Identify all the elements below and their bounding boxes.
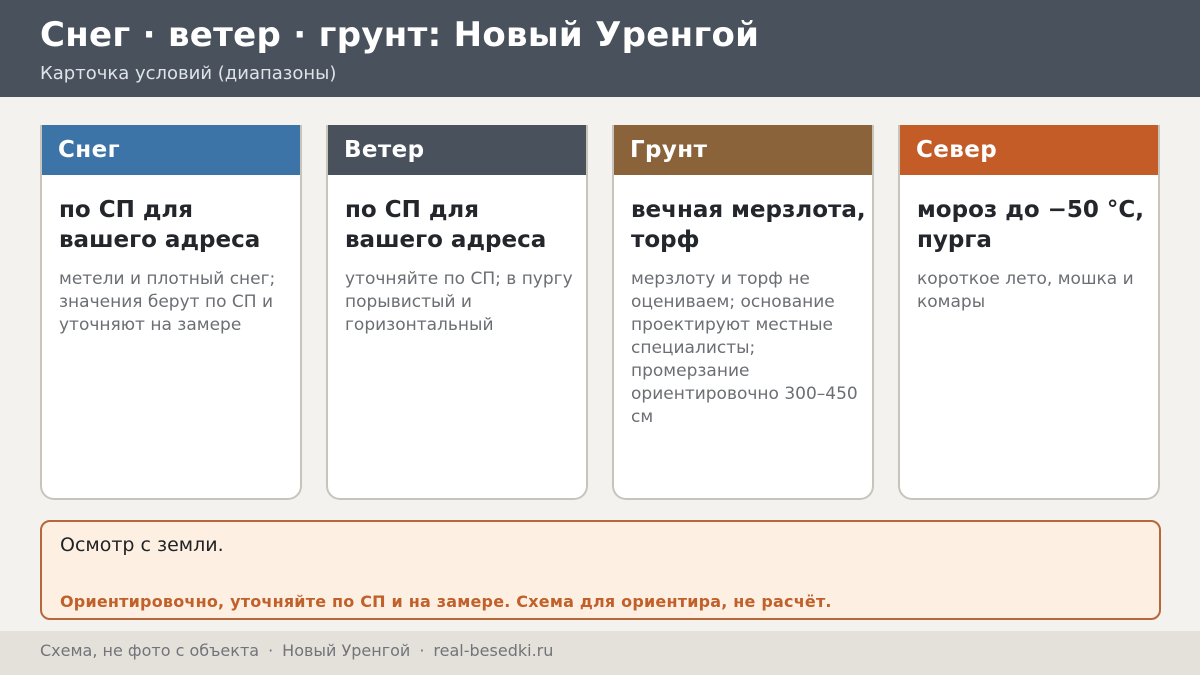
- card-wind: Ветер по СП для вашего адреса уточняйте …: [326, 125, 588, 500]
- card-north: Север мороз до −50 °C, пурга короткое ле…: [898, 125, 1160, 500]
- page-subtitle: Карточка условий (диапазоны): [40, 63, 337, 84]
- card-note: уточняйте по СП; в пургу порывистый и го…: [345, 269, 573, 335]
- inspection-note: Осмотр с земли.: [60, 534, 224, 556]
- footer-line: Схема, не фото с объекта · Новый Уренгой · r…: [40, 641, 553, 660]
- card-header: Снег: [42, 125, 300, 175]
- conditions-cards: Снег по СП для вашего адреса метели и пл…: [40, 125, 1161, 500]
- card-note: короткое лето, мошка и комары: [917, 269, 1134, 312]
- card-main-value: вечная мерзлота, торф: [631, 197, 866, 253]
- footer: Схема, не фото с объекта · Новый Уренгой · r…: [0, 631, 1200, 675]
- card-main-value: по СП для вашего адреса: [345, 197, 547, 253]
- card-header: Грунт: [614, 125, 872, 175]
- card-main-value: по СП для вашего адреса: [59, 197, 261, 253]
- disclaimer-warning: Ориентировочно, уточняйте по СП и на зам…: [60, 592, 832, 611]
- page: Снег · ветер · грунт: Новый Уренгой Карт…: [0, 0, 1200, 675]
- footer-city: Новый Уренгой: [282, 641, 411, 660]
- card-note: мерзлоту и торф не оцениваем; основание …: [631, 269, 858, 427]
- page-title: Снег · ветер · грунт: Новый Уренгой: [40, 15, 760, 55]
- footer-separator: ·: [268, 641, 274, 660]
- card-header: Север: [900, 125, 1158, 175]
- inspection-note-box: Осмотр с земли. Ориентировочно, уточняйт…: [40, 520, 1161, 620]
- card-snow: Снег по СП для вашего адреса метели и пл…: [40, 125, 302, 500]
- header: Снег · ветер · грунт: Новый Уренгой Карт…: [0, 0, 1200, 97]
- card-main-value: мороз до −50 °C, пурга: [917, 197, 1145, 253]
- footer-site-link[interactable]: real-besedki.ru: [433, 641, 553, 660]
- footer-disclaimer: Схема, не фото с объекта: [40, 641, 260, 660]
- card-soil: Грунт вечная мерзлота, торф мерзлоту и т…: [612, 125, 874, 500]
- footer-separator: ·: [419, 641, 425, 660]
- card-header: Ветер: [328, 125, 586, 175]
- card-note: метели и плотный снег; значения берут по…: [59, 269, 276, 335]
